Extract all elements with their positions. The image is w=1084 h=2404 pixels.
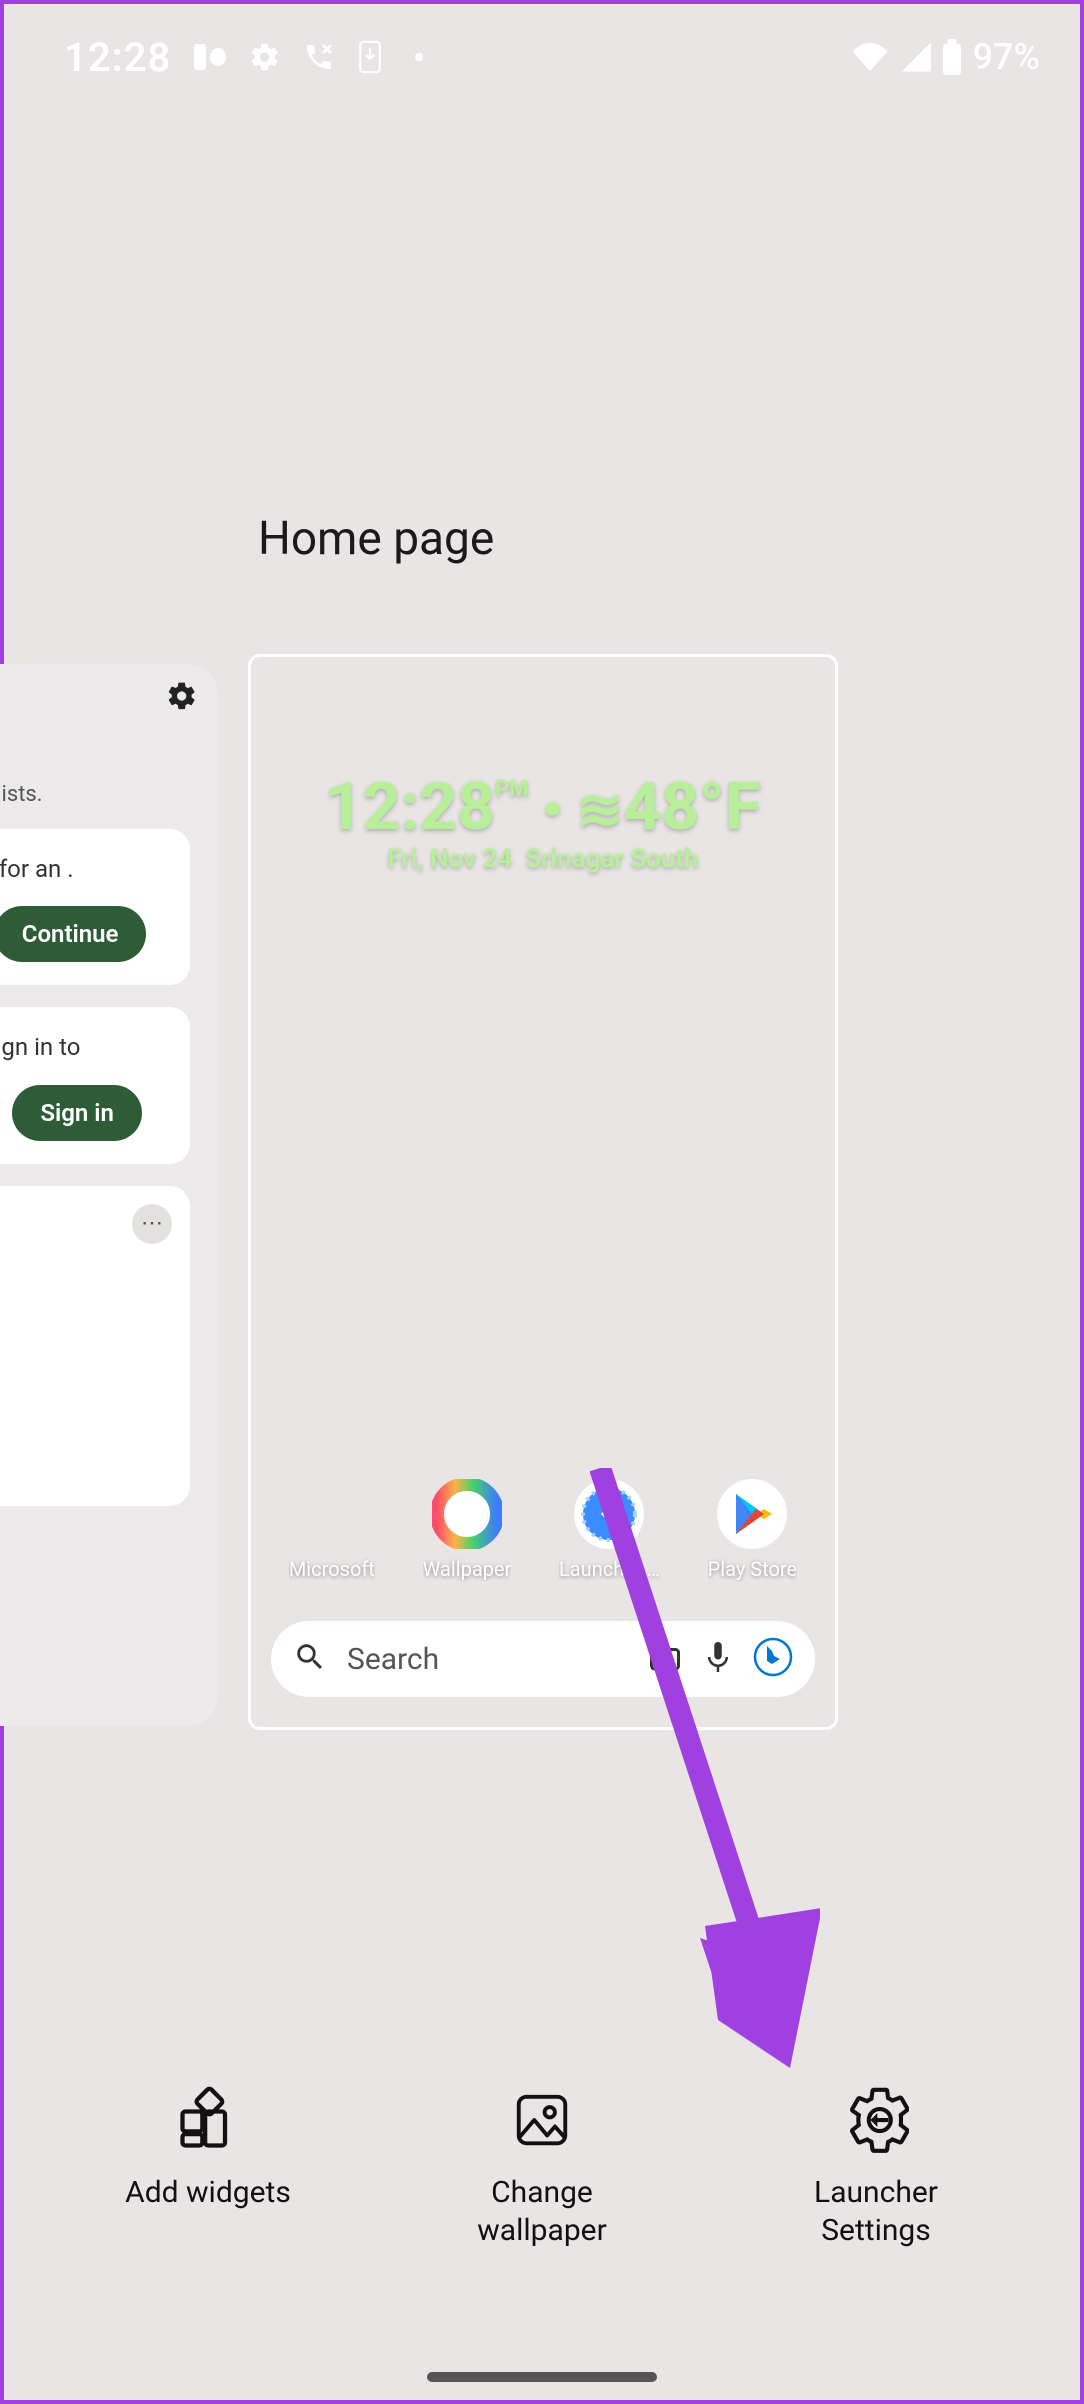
bing-icon[interactable] [753, 1637, 793, 1681]
battery-icon [941, 39, 963, 75]
phone-missed-icon [303, 41, 335, 73]
signin-button[interactable]: Sign in [12, 1085, 142, 1141]
search-placeholder: Search [347, 1642, 627, 1677]
app-label: Microsoft [289, 1557, 375, 1581]
app-label: Play Store [708, 1557, 797, 1581]
app-dock: Microsoft Wallpaper Launcher … Play Stor… [251, 1479, 835, 1581]
feed-panel-preview[interactable]: on ents, and to-do lists. ult launcher f… [0, 664, 218, 1726]
action-label: Changewallpaper [477, 2174, 607, 2249]
gear-icon [249, 41, 281, 73]
clock-weather-widget[interactable]: 12:28PM • ≋48°F [251, 769, 835, 846]
mic-icon[interactable] [703, 1639, 733, 1679]
continue-button[interactable]: Continue [0, 906, 146, 962]
download-icon [357, 40, 383, 74]
weather-wave-icon: ≋ [577, 777, 624, 843]
status-left: 12:28 [64, 34, 423, 81]
feed-card-appointments[interactable]: ⋯ ntments [0, 1186, 190, 1506]
card-text: fingertips. Sign in to [0, 1031, 168, 1063]
more-icon[interactable]: ⋯ [132, 1204, 172, 1244]
widget-time-suffix: PM [495, 777, 528, 802]
dot-icon [415, 53, 423, 61]
widget-temp: 48°F [623, 769, 761, 846]
id-icon [193, 43, 227, 71]
widget-time: 12:28 [325, 769, 495, 846]
play-store-icon [717, 1479, 787, 1549]
launcher-settings-button[interactable]: LauncherSettings [746, 2084, 1006, 2249]
gear-icon[interactable] [166, 680, 198, 716]
app-label: Launcher … [559, 1557, 660, 1581]
app-play-store[interactable]: Play Store [708, 1479, 797, 1581]
status-right: 97% [851, 36, 1040, 78]
image-icon [506, 2084, 578, 2156]
page-title: Home page [258, 512, 1080, 566]
widgets-icon [172, 2084, 244, 2156]
app-launcher[interactable]: Launcher … [559, 1479, 660, 1581]
add-widgets-button[interactable]: Add widgets [78, 2084, 338, 2249]
change-wallpaper-button[interactable]: Changewallpaper [412, 2084, 672, 2249]
battery-text: 97% [973, 36, 1040, 78]
widget-date-location: Fri, Nov 24 Srinagar South [251, 844, 835, 874]
app-label: Wallpaper [423, 1557, 512, 1581]
camera-icon[interactable] [647, 1639, 683, 1679]
launcher-icon [574, 1479, 644, 1549]
feed-card-signin: fingertips. Sign in to ismiss Sign in [0, 1007, 190, 1163]
separator-dot: • [532, 777, 572, 843]
feed-heading: on [0, 736, 190, 778]
feed-subheading: ents, and to-do lists. [0, 782, 190, 807]
launcher-settings-icon [840, 2084, 912, 2156]
wifi-icon [851, 42, 889, 72]
widget-date: Fri, Nov 24 [387, 844, 512, 874]
widget-location: Srinagar South [525, 844, 698, 874]
signal-icon [899, 42, 931, 72]
wallpaper-icon [432, 1479, 502, 1549]
status-bar: 12:28 97% [4, 4, 1080, 94]
status-clock: 12:28 [64, 34, 171, 81]
action-label: Add widgets [125, 2174, 291, 2212]
action-label: LauncherSettings [814, 2174, 938, 2249]
home-page-preview[interactable]: 12:28PM • ≋48°F Fri, Nov 24 Srinagar Sou… [248, 654, 838, 1730]
app-wallpaper[interactable]: Wallpaper [423, 1479, 512, 1581]
microsoft-folder-icon [297, 1479, 367, 1549]
app-microsoft[interactable]: Microsoft [289, 1479, 375, 1581]
navigation-bar[interactable] [427, 2372, 657, 2382]
search-icon [293, 1640, 327, 1678]
bottom-actions: Add widgets Changewallpaper LauncherSett… [4, 2084, 1080, 2249]
feed-card-default-launcher: ult launcher for an . miss Continue [0, 829, 190, 985]
search-bar[interactable]: Search [271, 1621, 815, 1697]
card-text: ult launcher for an . [0, 853, 168, 885]
